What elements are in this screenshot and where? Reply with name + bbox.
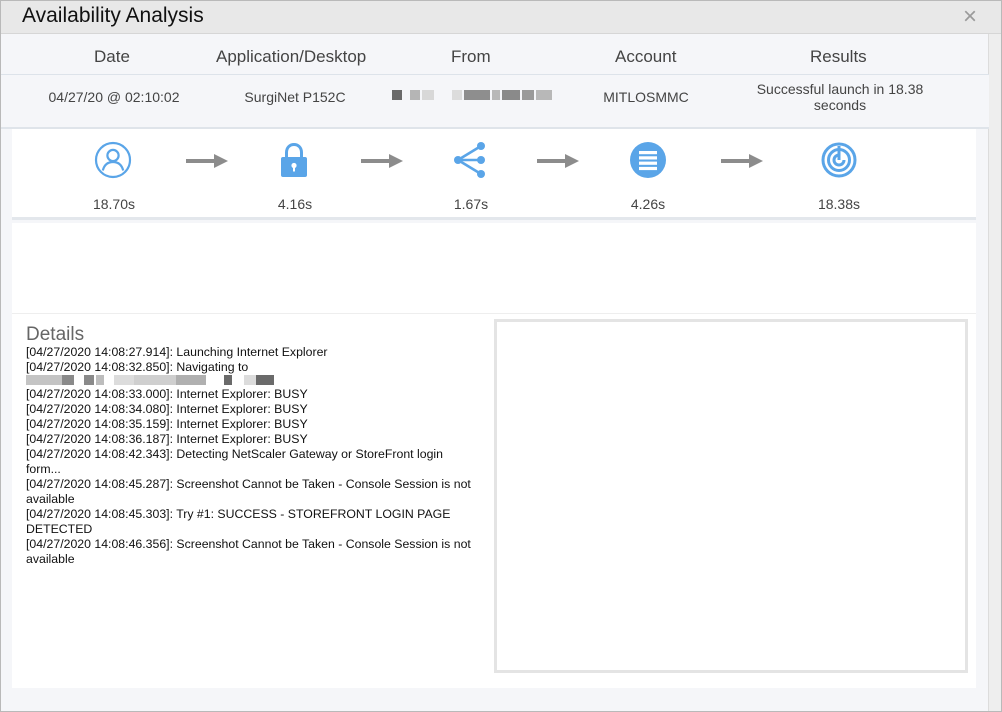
step-time-1: 18.70s [92,196,136,212]
step-time-4: 4.26s [630,196,666,212]
title-bar: Availability Analysis × [1,1,1001,34]
date-cell: 04/27/20 @ 02:10:02 [48,89,180,105]
arrow-right-icon [186,154,228,168]
log-line: [04/27/2020 14:08:34.080]: Internet Expl… [26,402,308,416]
log-line: [04/27/2020 14:08:42.343]: Detecting Net… [26,447,443,476]
launch-steps-panel: 18.70s 4.16s 1.67s 4.26s 18.38s [12,129,976,220]
list-icon [630,142,666,178]
header-application: Application/Desktop [216,47,367,66]
account-cell: MITLOSMMC [603,89,689,105]
arrow-right-icon [537,154,579,168]
screenshot-placeholder [494,319,968,673]
step-time-3: 1.67s [453,196,489,212]
step-time-5: 18.38s [817,196,861,212]
log-line: [04/27/2020 14:08:36.187]: Internet Expl… [26,432,308,446]
log-line: [04/27/2020 14:08:32.850]: Navigating to [26,360,249,374]
header-from: From [451,47,491,66]
log-line: [04/27/2020 14:08:33.000]: Internet Expl… [26,387,308,401]
header-date: Date [94,47,130,66]
scrollbar[interactable] [988,34,1001,711]
log-line: [04/27/2020 14:08:45.303]: Try #1: SUCCE… [26,507,451,536]
details-title: Details [26,324,85,345]
user-icon [94,141,132,179]
header-results: Results [810,47,867,66]
log-line: [04/27/2020 14:08:46.356]: Screenshot Ca… [26,537,471,566]
close-icon[interactable]: × [961,5,979,29]
table-header: Date Application/Desktop From Account Re… [1,41,989,75]
details-log: [04/27/2020 14:08:27.914]: Launching Int… [26,345,478,567]
log-line: [04/27/2020 14:08:45.287]: Screenshot Ca… [26,477,471,506]
dialog-title: Availability Analysis [22,4,204,27]
availability-analysis-dialog: Availability Analysis × Date Application… [0,0,1002,712]
arrow-right-icon [361,154,403,168]
redacted-url [26,375,478,387]
details-panel: Details [04/27/2020 14:08:27.914]: Launc… [12,314,976,688]
step-time-2: 4.16s [277,196,313,212]
header-account: Account [615,47,677,66]
arrow-right-icon [721,154,763,168]
table-row: 04/27/20 @ 02:10:02 SurgiNet P152C MITLO… [1,75,989,129]
log-line: [04/27/2020 14:08:27.914]: Launching Int… [26,345,328,359]
target-icon [821,142,857,178]
results-cell: Successful launch in 18.38 seconds [756,81,924,113]
share-icon [454,142,485,178]
lock-icon [281,142,307,177]
empty-panel [12,223,976,314]
log-line: [04/27/2020 14:08:35.159]: Internet Expl… [26,417,308,431]
redacted-from-value [392,90,554,100]
application-cell: SurgiNet P152C [244,89,346,105]
